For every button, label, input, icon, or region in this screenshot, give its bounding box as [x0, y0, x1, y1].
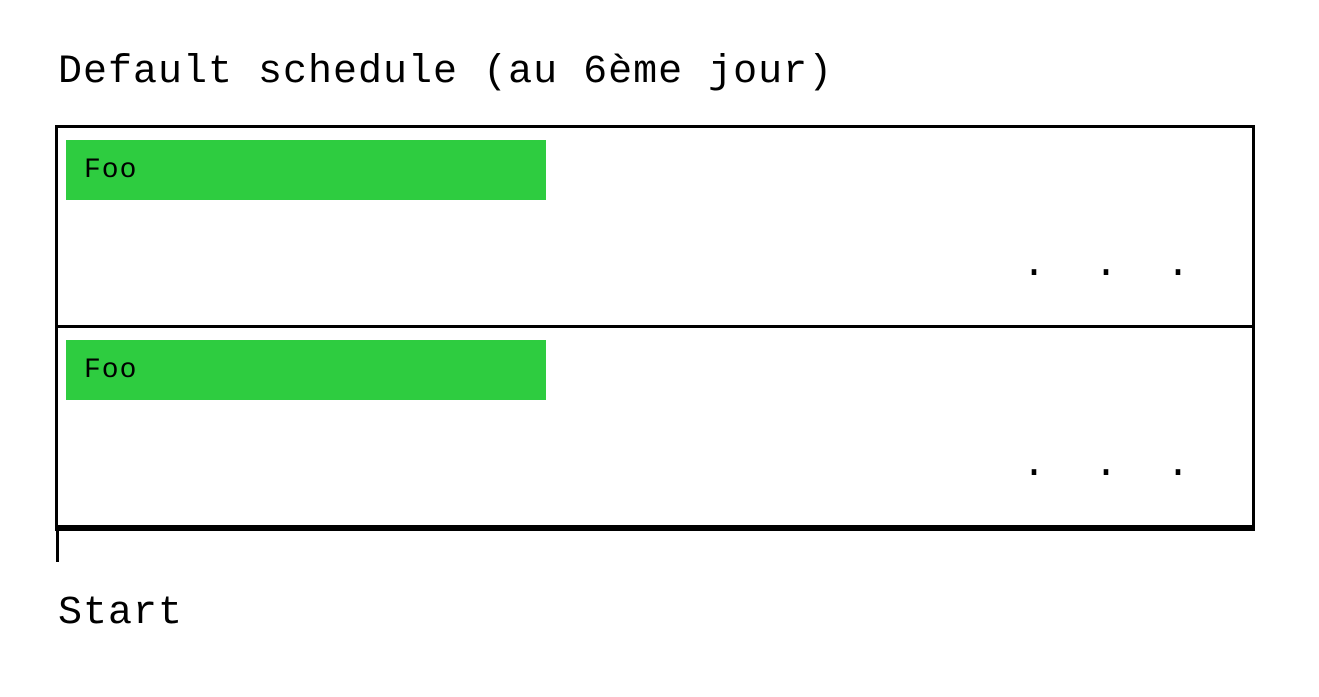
start-label: Start: [58, 591, 1264, 636]
schedule-row: Foo . . .: [58, 328, 1252, 528]
schedule-row: Foo . . .: [58, 128, 1252, 328]
schedule-title: Default schedule (au 6ème jour): [58, 50, 1264, 95]
ellipsis-icon: . . .: [1022, 243, 1202, 288]
task-bar-foo: Foo: [66, 340, 546, 400]
schedule-grid: Foo . . . Foo . . .: [55, 125, 1255, 531]
ellipsis-icon: . . .: [1022, 443, 1202, 488]
task-bar-foo: Foo: [66, 140, 546, 200]
start-tick: [56, 528, 59, 562]
